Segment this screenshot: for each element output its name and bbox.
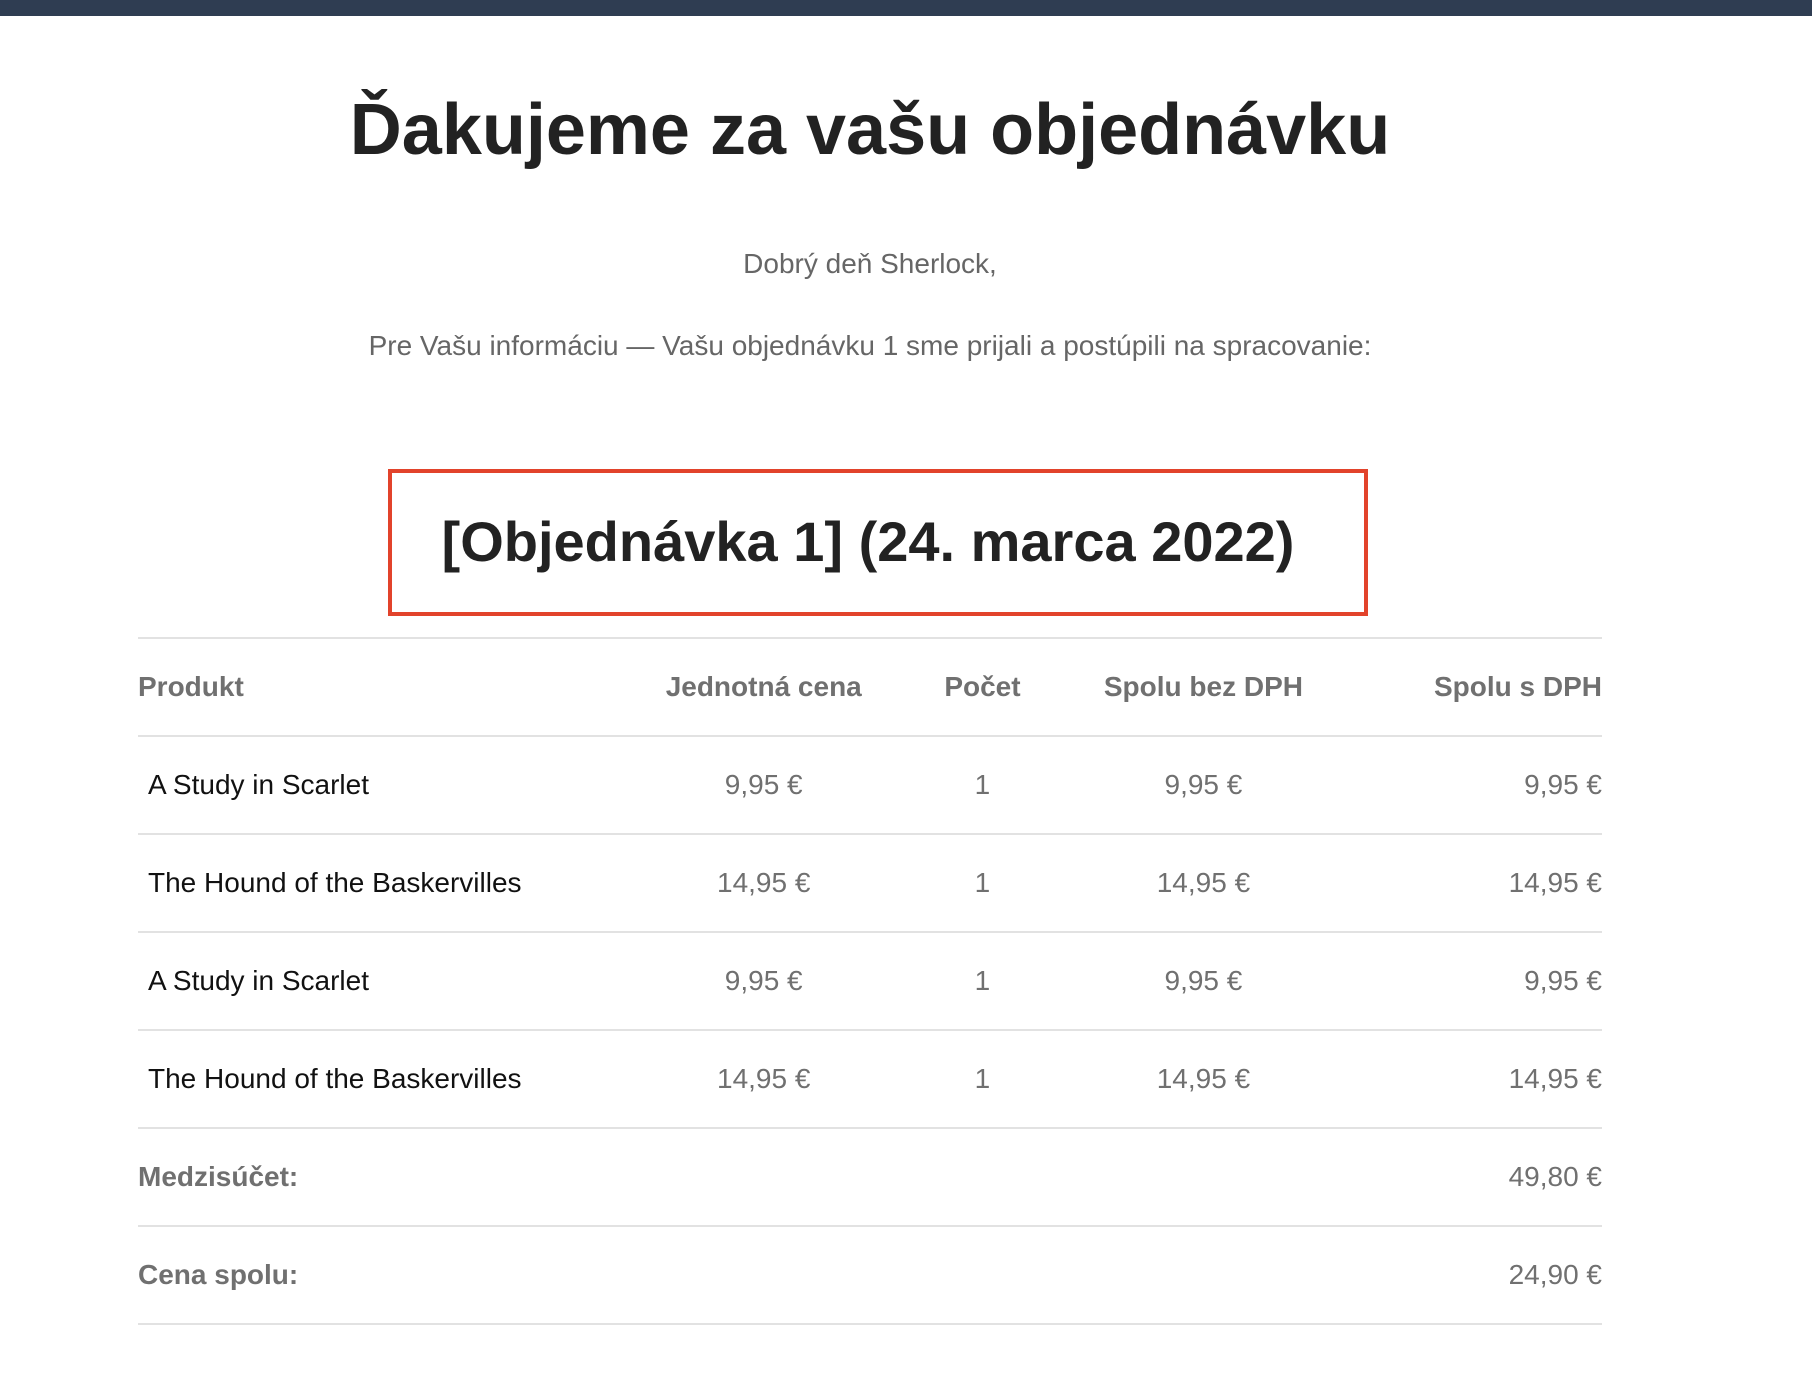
total-incl-vat: 9,95 € bbox=[1325, 736, 1602, 835]
subtotal-row: Medzisúčet: 49,80 € bbox=[138, 1128, 1602, 1227]
order-heading: [Objednávka 1] (24. marca 2022) bbox=[441, 510, 1295, 573]
grand-total-value: 24,90 € bbox=[1325, 1226, 1602, 1325]
unit-price: 9,95 € bbox=[644, 932, 884, 1031]
order-heading-highlight: [Objednávka 1] (24. marca 2022) bbox=[388, 469, 1368, 616]
total-incl-vat: 14,95 € bbox=[1325, 1030, 1602, 1129]
total-excl-vat: 9,95 € bbox=[1081, 736, 1326, 835]
unit-price: 14,95 € bbox=[644, 834, 884, 933]
page-title: Ďakujeme za vašu objednávku bbox=[349, 90, 1391, 170]
total-excl-vat: 9,95 € bbox=[1081, 932, 1326, 1031]
header-quantity: Počet bbox=[883, 638, 1082, 737]
product-name: A Study in Scarlet bbox=[138, 736, 645, 835]
subtotal-label: Medzisúčet: bbox=[138, 1128, 1326, 1227]
quantity: 1 bbox=[883, 834, 1082, 933]
intro-text: Pre Vašu informáciu — Vašu objednávku 1 … bbox=[368, 330, 1372, 361]
order-items-table: Produkt Jednotná cena Počet Spolu bez DP… bbox=[138, 637, 1602, 1325]
header-product: Produkt bbox=[138, 638, 645, 737]
total-excl-vat: 14,95 € bbox=[1081, 1030, 1326, 1129]
product-name: The Hound of the Baskervilles bbox=[138, 834, 645, 933]
header-unit-price: Jednotná cena bbox=[644, 638, 884, 737]
header-total-incl-vat: Spolu s DPH bbox=[1325, 638, 1602, 737]
table-row: The Hound of the Baskervilles 14,95 € 1 … bbox=[138, 1030, 1602, 1129]
product-name: The Hound of the Baskervilles bbox=[138, 1030, 645, 1129]
quantity: 1 bbox=[883, 1030, 1082, 1129]
grand-total-row: Cena spolu: 24,90 € bbox=[138, 1226, 1602, 1325]
subtotal-value: 49,80 € bbox=[1325, 1128, 1602, 1227]
table-row: A Study in Scarlet 9,95 € 1 9,95 € 9,95 … bbox=[138, 932, 1602, 1031]
quantity: 1 bbox=[883, 736, 1082, 835]
total-incl-vat: 14,95 € bbox=[1325, 834, 1602, 933]
header-total-excl-vat: Spolu bez DPH bbox=[1081, 638, 1326, 737]
unit-price: 9,95 € bbox=[644, 736, 884, 835]
quantity: 1 bbox=[883, 932, 1082, 1031]
greeting-text: Dobrý deň Sherlock, bbox=[743, 248, 997, 279]
product-name: A Study in Scarlet bbox=[138, 932, 645, 1031]
unit-price: 14,95 € bbox=[644, 1030, 884, 1129]
total-incl-vat: 9,95 € bbox=[1325, 932, 1602, 1031]
total-excl-vat: 14,95 € bbox=[1081, 834, 1326, 933]
grand-total-label: Cena spolu: bbox=[138, 1226, 1326, 1325]
table-row: A Study in Scarlet 9,95 € 1 9,95 € 9,95 … bbox=[138, 736, 1602, 835]
table-header-row: Produkt Jednotná cena Počet Spolu bez DP… bbox=[138, 638, 1602, 737]
table-row: The Hound of the Baskervilles 14,95 € 1 … bbox=[138, 834, 1602, 933]
top-header-bar bbox=[0, 0, 1812, 16]
